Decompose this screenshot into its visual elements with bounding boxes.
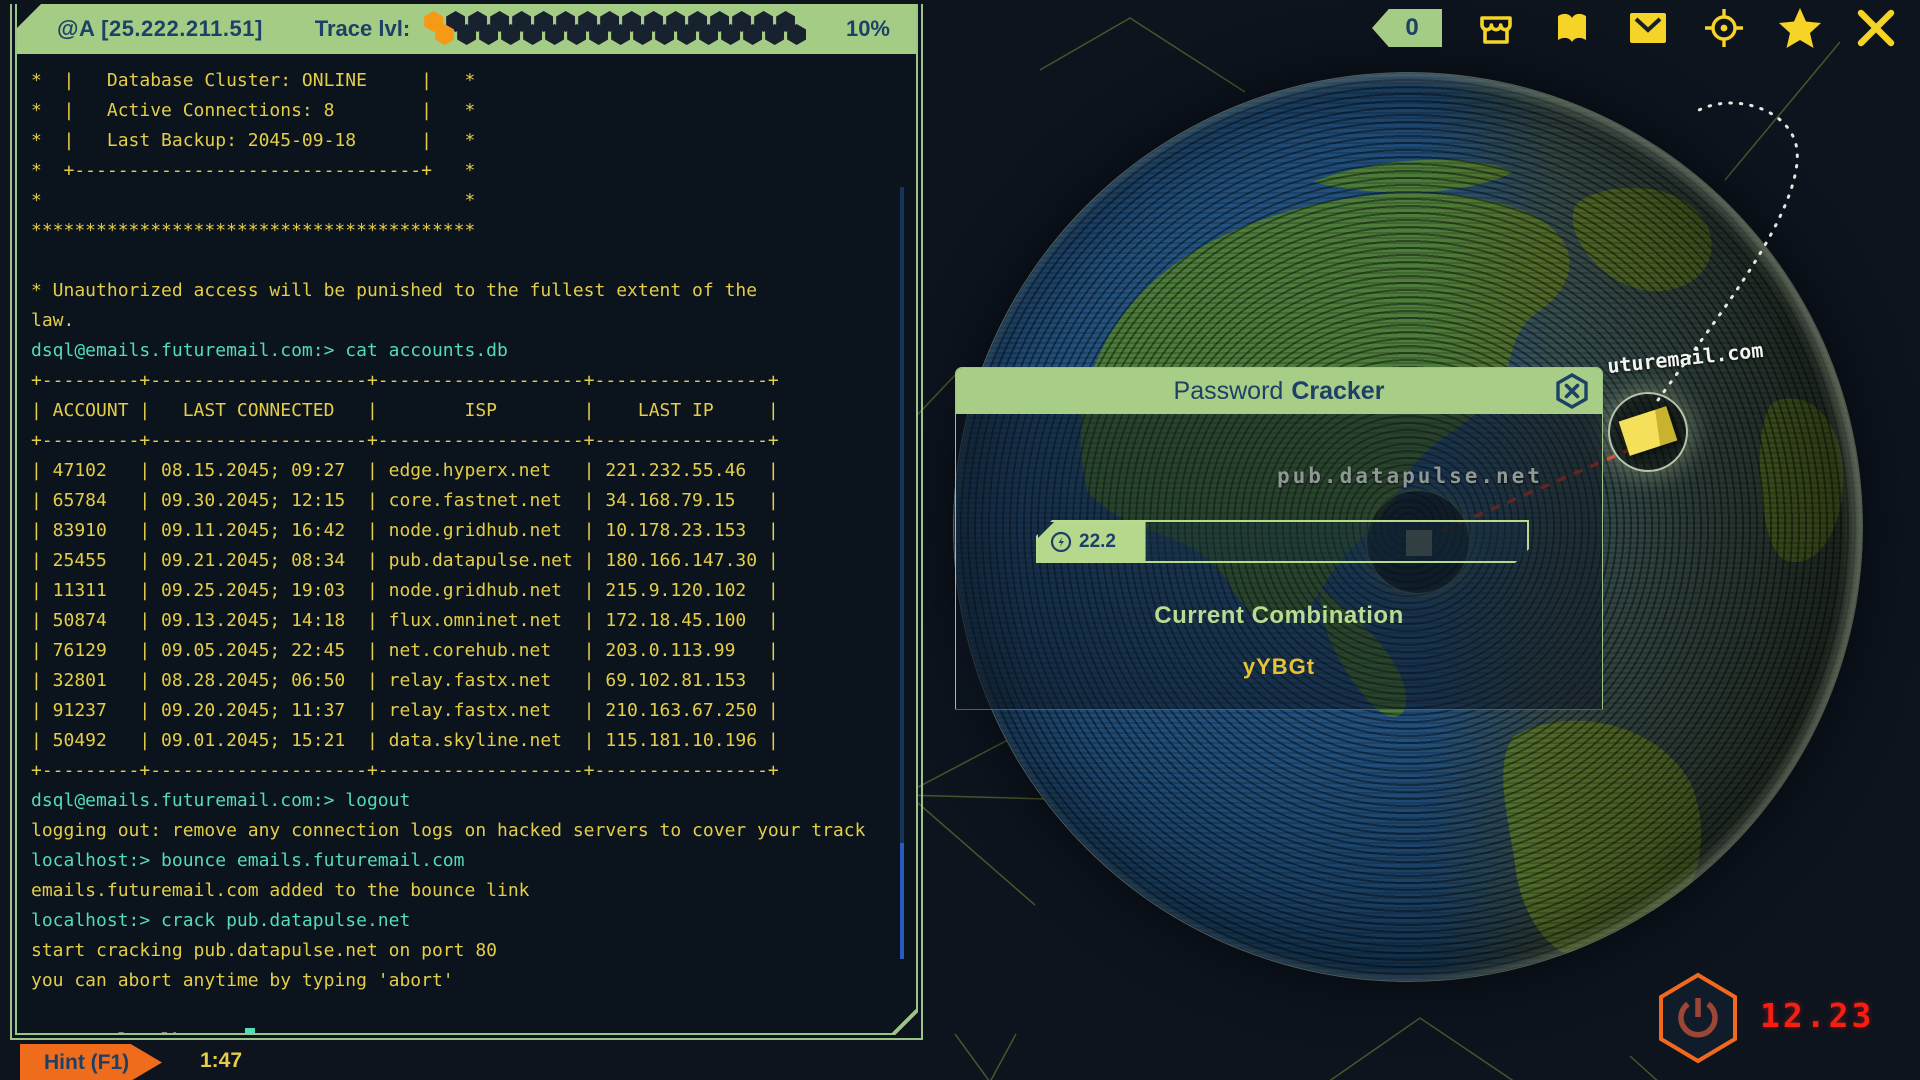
connection-title: @A [25.222.211.51]: [57, 16, 263, 42]
terminal-line: emails.futuremail.com added to the bounc…: [31, 876, 896, 906]
terminal-header: @A [25.222.211.51] Trace lvl: 10%: [17, 4, 916, 54]
terminal: @A [25.222.211.51] Trace lvl: 10% * | Da…: [15, 4, 918, 1035]
terminal-line: * | Last Backup: 2045-09-18 | *: [31, 126, 896, 156]
terminal-line: | ACCOUNT | LAST CONNECTED | ISP | LAST …: [31, 396, 896, 426]
crack-progress-bar: 22.2: [1036, 520, 1529, 563]
terminal-line: localhost:> crack pub.datapulse.net: [31, 906, 896, 936]
terminal-line: | 47102 | 08.15.2045; 09:27 | edge.hyper…: [31, 456, 896, 486]
dialog-header[interactable]: Password Cracker: [956, 368, 1602, 414]
trace-hex: [457, 24, 476, 45]
terminal-line: +---------+--------------------+--------…: [31, 756, 896, 786]
terminal-prompt: localhost:>: [118, 1030, 237, 1033]
terminal-scrollbar-thumb[interactable]: [900, 843, 904, 959]
terminal-line: logging out: remove any connection logs …: [31, 816, 896, 846]
toolbar: 0: [1372, 8, 1898, 48]
terminal-window: @A [25.222.211.51] Trace lvl: 10% * | Da…: [10, 4, 923, 1040]
combination-label: Current Combination: [956, 602, 1602, 630]
terminal-line: | 76129 | 09.05.2045; 22:45 | net.corehu…: [31, 636, 896, 666]
terminal-line: localhost:> bounce emails.futuremail.com: [31, 846, 896, 876]
terminal-line: | 91237 | 09.20.2045; 11:37 | relay.fast…: [31, 696, 896, 726]
crosshair-icon[interactable]: [1702, 8, 1746, 48]
terminal-line: | 25455 | 09.21.2045; 08:34 | pub.datapu…: [31, 546, 896, 576]
shop-icon[interactable]: [1474, 8, 1518, 48]
terminal-line: | 65784 | 09.30.2045; 12:15 | core.fastn…: [31, 486, 896, 516]
crack-progress-fill: 22.2: [1038, 522, 1146, 561]
hint-label: Hint (F1): [44, 1051, 129, 1075]
terminal-line: ****************************************…: [31, 216, 896, 246]
trace-hex: [677, 24, 696, 45]
terminal-line: dsql@emails.futuremail.com:> logout: [31, 786, 896, 816]
dialog-title: Password: [1174, 377, 1284, 406]
terminal-line: * +--------------------------------+ *: [31, 156, 896, 186]
trace-hex: [501, 24, 520, 45]
trace-hex: [765, 24, 784, 45]
trace-hex-row-bottom: [435, 24, 806, 45]
terminal-line: | 11311 | 09.25.2045; 19:03 | node.gridh…: [31, 576, 896, 606]
trace-hex-active: [435, 24, 454, 45]
dialog-title-bold: Cracker: [1291, 377, 1384, 406]
terminal-line: * | Database Cluster: ONLINE | *: [31, 66, 896, 96]
terminal-output: * | Database Cluster: ONLINE | ** | Acti…: [31, 66, 896, 996]
terminal-line: | 50492 | 09.01.2045; 15:21 | data.skyli…: [31, 726, 896, 756]
terminal-body[interactable]: * | Database Cluster: ONLINE | ** | Acti…: [17, 54, 916, 1033]
terminal-line: you can abort anytime by typing 'abort': [31, 966, 896, 996]
label-pub-datapulse: pub.datapulse.net: [1277, 464, 1543, 488]
trace-hex: [545, 24, 564, 45]
trace-hex: [611, 24, 630, 45]
terminal-corner-fold: [892, 1009, 918, 1035]
mail-icon[interactable]: [1626, 8, 1670, 48]
trace-level-label: Trace lvl:: [315, 16, 410, 42]
combination-value: yYBGt: [956, 654, 1602, 680]
notification-badge[interactable]: 0: [1372, 9, 1442, 47]
terminal-line: * Unauthorized access will be punished t…: [31, 276, 896, 306]
terminal-line: * | Active Connections: 8 | *: [31, 96, 896, 126]
terminal-line: dsql@emails.futuremail.com:> cat account…: [31, 336, 896, 366]
dialog-body: 22.2 Current Combination yYBGt: [956, 414, 1602, 710]
password-cracker-dialog: Password Cracker 22.2 Current Combinatio…: [955, 367, 1603, 710]
terminal-line: | 83910 | 09.11.2045; 16:42 | node.gridh…: [31, 516, 896, 546]
trace-hex: [787, 24, 806, 45]
terminal-line: [31, 246, 896, 276]
trace-hex: [699, 24, 718, 45]
trace-percent: 10%: [846, 16, 890, 42]
book-icon[interactable]: [1550, 8, 1594, 48]
exit-icon[interactable]: [1854, 8, 1898, 48]
trace-hex: [743, 24, 762, 45]
terminal-line: law.: [31, 306, 896, 336]
crack-progress-value: 22.2: [1079, 531, 1116, 553]
trace-hex: [655, 24, 674, 45]
trace-hex: [523, 24, 542, 45]
terminal-cursor: [245, 1028, 255, 1033]
terminal-line: +---------+--------------------+--------…: [31, 366, 896, 396]
trace-hex: [721, 24, 740, 45]
terminal-line: start cracking pub.datapulse.net on port…: [31, 936, 896, 966]
trace-hex: [589, 24, 608, 45]
countdown-timer: 1:47: [200, 1049, 242, 1073]
trace-level-meter: [424, 7, 828, 51]
terminal-line: | 50874 | 09.13.2045; 14:18 | flux.omnin…: [31, 606, 896, 636]
trace-hex: [633, 24, 652, 45]
trace-hex: [567, 24, 586, 45]
terminal-prompt-line[interactable]: localhost:>: [31, 996, 896, 1026]
trace-hex: [479, 24, 498, 45]
terminal-line: +---------+--------------------+--------…: [31, 426, 896, 456]
power-button[interactable]: [1652, 971, 1744, 1065]
session-time: 12.23: [1760, 996, 1874, 1035]
star-icon[interactable]: [1778, 8, 1822, 48]
terminal-line: | 32801 | 08.28.2045; 06:50 | relay.fast…: [31, 666, 896, 696]
badge-count: 0: [1405, 14, 1418, 42]
close-icon[interactable]: [1554, 373, 1590, 409]
terminal-line: * *: [31, 186, 896, 216]
energy-icon: [1050, 531, 1072, 553]
